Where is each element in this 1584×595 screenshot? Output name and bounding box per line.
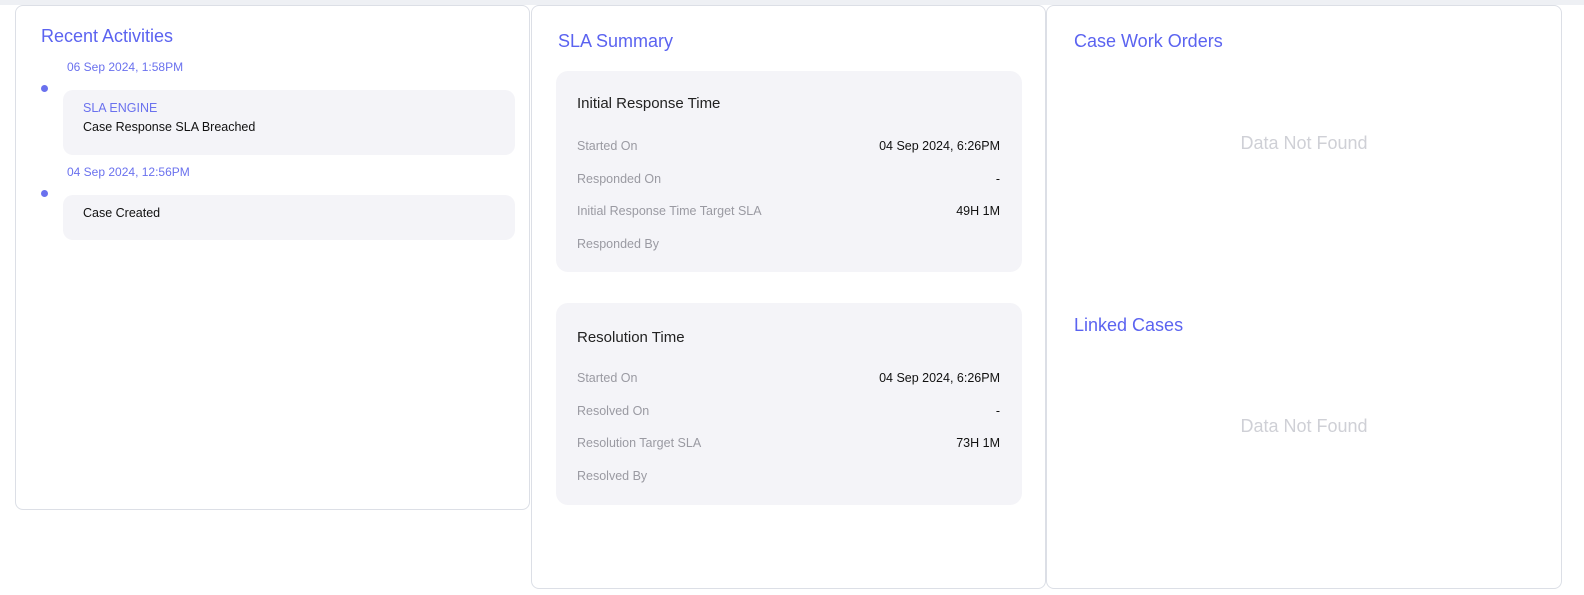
sla-label: Responded On	[577, 172, 662, 186]
sla-label: Resolved On	[577, 404, 650, 418]
sla-row-started-on: Started On 04 Sep 2024, 6:26PM	[577, 371, 1000, 387]
activity-text: Case Response SLA Breached	[83, 120, 256, 134]
linked-cases-empty-state: Data Not Found	[1240, 416, 1368, 436]
sla-row-resolved-on: Resolved On -	[577, 404, 1000, 420]
sla-label: Started On	[577, 371, 638, 385]
sla-value: 04 Sep 2024, 6:26PM	[879, 371, 1000, 385]
activity-card[interactable]: SLA ENGINE Case Response SLA Breached	[63, 90, 515, 155]
sla-label: Started On	[577, 139, 638, 153]
activity-source: SLA ENGINE	[83, 101, 158, 115]
linked-cases-title: Linked Cases	[1074, 315, 1184, 335]
sla-summary-panel: SLA Summary Initial Response Time Starte…	[531, 5, 1046, 589]
timeline-dot-icon	[41, 85, 48, 92]
sla-label: Resolved By	[577, 469, 648, 483]
activity-date: 06 Sep 2024, 1:58PM	[67, 60, 184, 74]
sla-row-responded-on: Responded On -	[577, 172, 1000, 188]
sla-summary-title: SLA Summary	[558, 31, 674, 51]
initial-response-card: Initial Response Time Started On 04 Sep …	[556, 71, 1022, 272]
timeline-dot-icon	[41, 190, 48, 197]
sla-label: Resolution Target SLA	[577, 436, 702, 450]
sla-row-resolved-by: Resolved By	[577, 469, 1000, 485]
sla-row-started-on: Started On 04 Sep 2024, 6:26PM	[577, 139, 1000, 155]
sla-label: Responded By	[577, 237, 660, 251]
case-work-orders-title: Case Work Orders	[1074, 31, 1223, 51]
sla-value: -	[995, 404, 1000, 418]
sla-value: 49H 1M	[956, 204, 1000, 218]
resolution-card: Resolution Time Started On 04 Sep 2024, …	[556, 303, 1022, 505]
work-orders-empty-state: Data Not Found	[1240, 133, 1368, 153]
sla-row-target-sla: Resolution Target SLA 73H 1M	[577, 436, 1000, 452]
sla-value: 04 Sep 2024, 6:26PM	[879, 139, 1000, 153]
initial-response-title: Initial Response Time	[577, 95, 721, 112]
activity-text: Case Created	[83, 206, 161, 220]
sla-row-target-sla: Initial Response Time Target SLA 49H 1M	[577, 204, 1000, 220]
sla-value: 73H 1M	[956, 436, 1000, 450]
activity-date: 04 Sep 2024, 12:56PM	[67, 165, 190, 179]
sla-label: Initial Response Time Target SLA	[577, 204, 762, 218]
recent-activities-title: Recent Activities	[41, 26, 174, 46]
work-orders-linked-cases-panel: Case Work Orders Data Not Found Linked C…	[1046, 5, 1562, 589]
sla-row-responded-by: Responded By	[577, 237, 1000, 253]
activity-card[interactable]: Case Created	[63, 195, 515, 240]
resolution-title: Resolution Time	[577, 329, 685, 346]
recent-activities-panel: Recent Activities 06 Sep 2024, 1:58PM SL…	[15, 5, 530, 510]
sla-value: -	[995, 172, 1000, 186]
